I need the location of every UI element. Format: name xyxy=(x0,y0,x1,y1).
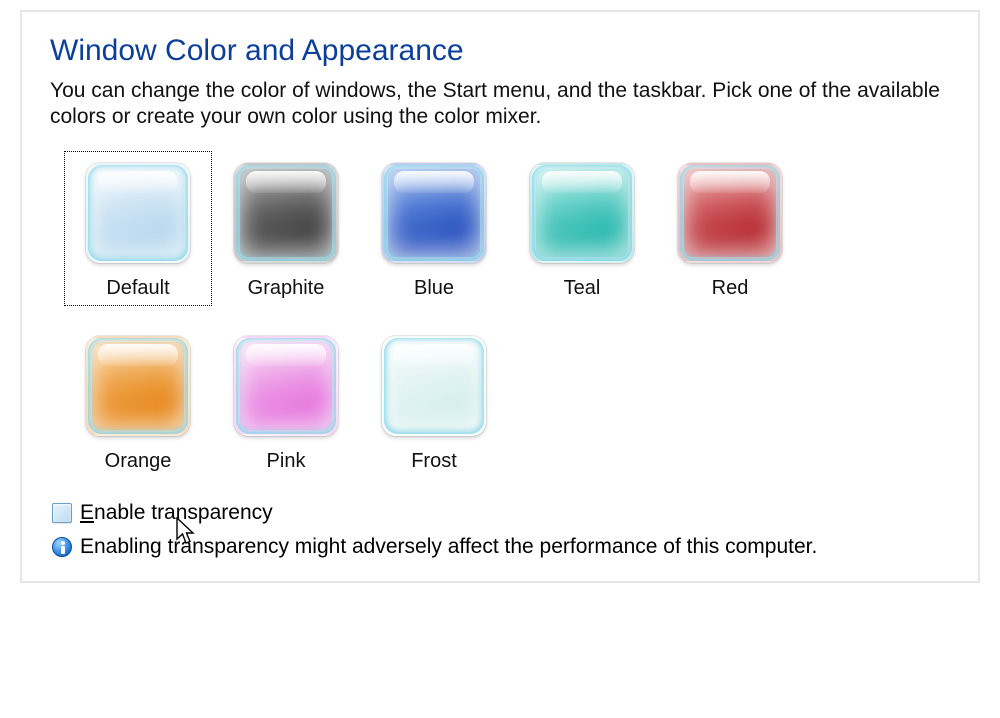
swatch-label: Blue xyxy=(414,277,454,300)
color-swatch-orange[interactable]: Orange xyxy=(64,324,212,479)
swatch-glass-icon xyxy=(234,163,338,263)
enable-transparency-label: Enable transparency xyxy=(80,501,273,525)
transparency-info-row: Enabling transparency might adversely af… xyxy=(52,535,950,559)
swatch-thumbnail xyxy=(230,157,342,269)
swatch-label: Pink xyxy=(267,450,306,473)
color-swatch-grid: Default Graphite Blue Teal Red Orange Pink Fros… xyxy=(50,151,950,479)
color-swatch-red[interactable]: Red xyxy=(656,151,804,306)
swatch-label: Orange xyxy=(105,450,172,473)
info-icon xyxy=(52,537,72,557)
swatch-thumbnail xyxy=(674,157,786,269)
swatch-glass-icon xyxy=(678,163,782,263)
color-swatch-pink[interactable]: Pink xyxy=(212,324,360,479)
swatch-thumbnail xyxy=(378,330,490,442)
swatch-label: Red xyxy=(712,277,749,300)
swatch-glass-icon xyxy=(86,336,190,436)
swatch-thumbnail xyxy=(82,330,194,442)
swatch-thumbnail xyxy=(526,157,638,269)
swatch-glass-icon xyxy=(86,163,190,263)
page-description: You can change the color of windows, the… xyxy=(50,78,950,131)
enable-transparency-checkbox[interactable] xyxy=(52,503,72,523)
swatch-glass-icon xyxy=(382,336,486,436)
color-swatch-default[interactable]: Default xyxy=(64,151,212,306)
swatch-label: Graphite xyxy=(248,277,325,300)
swatch-label: Default xyxy=(106,277,169,300)
color-swatch-teal[interactable]: Teal xyxy=(508,151,656,306)
swatch-thumbnail xyxy=(82,157,194,269)
transparency-info-text: Enabling transparency might adversely af… xyxy=(80,535,817,559)
swatch-thumbnail xyxy=(378,157,490,269)
appearance-panel: Window Color and Appearance You can chan… xyxy=(20,10,980,583)
swatch-glass-icon xyxy=(530,163,634,263)
color-swatch-blue[interactable]: Blue xyxy=(360,151,508,306)
swatch-glass-icon xyxy=(382,163,486,263)
enable-transparency-row[interactable]: Enable transparency xyxy=(52,501,950,525)
swatch-label: Teal xyxy=(564,277,601,300)
color-swatch-graphite[interactable]: Graphite xyxy=(212,151,360,306)
color-swatch-frost[interactable]: Frost xyxy=(360,324,508,479)
swatch-label: Frost xyxy=(411,450,457,473)
swatch-thumbnail xyxy=(230,330,342,442)
swatch-glass-icon xyxy=(234,336,338,436)
page-title: Window Color and Appearance xyxy=(50,34,950,68)
